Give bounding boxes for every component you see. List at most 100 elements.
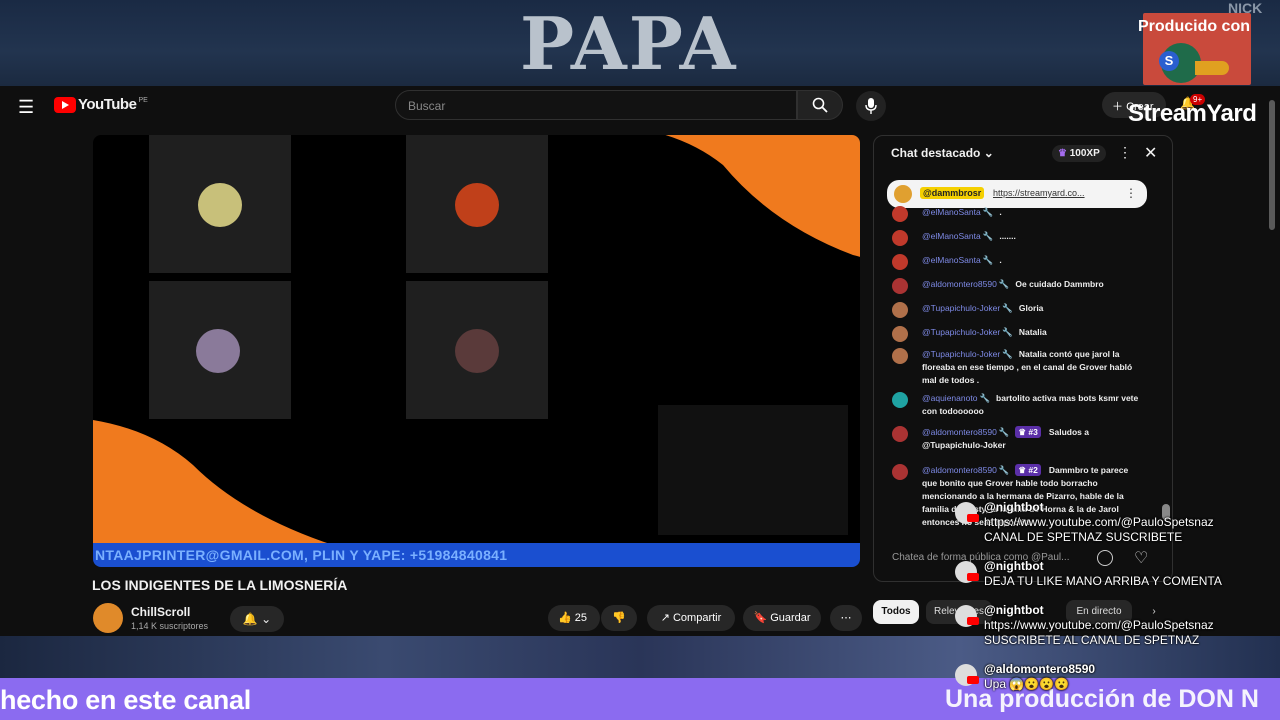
chat-avatar — [892, 302, 908, 318]
chat-username[interactable]: @elManoSanta — [922, 207, 981, 217]
chat-username[interactable]: @Tupapichulo-Joker — [922, 327, 1000, 337]
thumbs-up-icon: 👍 — [558, 612, 572, 624]
wrench-icon: 🔧 — [998, 427, 1010, 437]
logo-s-icon: S — [1159, 51, 1179, 71]
channel-avatar[interactable] — [93, 603, 123, 633]
wrench-icon: 🔧 — [998, 279, 1010, 289]
search-input[interactable]: Buscar — [395, 90, 797, 120]
chat-username[interactable]: @elManoSanta — [922, 255, 981, 265]
rank-badge: ♛ #3 — [1015, 426, 1041, 438]
wrench-icon: 🔧 — [982, 255, 994, 265]
youtube-small-icon — [967, 676, 979, 684]
save-label: Guardar — [770, 612, 811, 624]
search-icon — [812, 97, 828, 113]
crown-icon: ♛ — [1058, 148, 1067, 159]
banner-title: PAPA — [520, 1, 738, 86]
chat-username[interactable]: @aldomontero8590 — [922, 427, 997, 437]
close-icon[interactable]: ✕ — [1144, 143, 1157, 163]
chat-message: @aquienanoto 🔧 bartolito activa mas bots k… — [892, 392, 1142, 418]
overlay-username: @nightbot — [984, 603, 1044, 617]
chat-mode-selector[interactable]: Chat destacado ⌄ — [891, 146, 994, 160]
bell-icon: 🔔 — [242, 612, 258, 626]
chat-username[interactable]: @Tupapichulo-Joker — [922, 349, 1000, 359]
pinned-username: @dammbrosr — [920, 187, 985, 199]
xp-value: 100XP — [1069, 148, 1100, 159]
wrench-icon: 🔧 — [1002, 303, 1013, 313]
chat-message: @Tupapichulo-Joker 🔧 Natalia contó que jar… — [892, 348, 1142, 387]
save-button[interactable]: 🔖 Guardar — [743, 605, 821, 631]
region-code: PE — [138, 97, 148, 104]
bottom-left-caption: hecho en este canal — [0, 685, 251, 715]
overlay-chat-message: @aldomontero8590 Upa 😱😮😮😮 — [955, 662, 1095, 692]
chat-message: @aldomontero8590 🔧 Oe cuidado Dammbro — [892, 278, 1142, 294]
share-button[interactable]: ↗ Compartir — [647, 605, 735, 631]
chat-username[interactable]: @aquienanoto — [922, 393, 977, 403]
video-ticker: NTAAJPRINTER@GMAIL.COM, PLIN Y YAPE: +51… — [93, 543, 860, 567]
overlay-text: SUSCRIBETE AL CANAL DE SPETNAZ — [984, 633, 1200, 647]
chat-menu-icon[interactable]: ⋮ — [1118, 144, 1132, 161]
subscriber-count: 1,14 K suscriptores — [131, 621, 209, 631]
chat-avatar — [892, 348, 908, 364]
like-count: 25 — [574, 612, 588, 624]
like-button[interactable]: 👍 25 — [548, 605, 600, 631]
chat-message: @elManoSanta 🔧. — [892, 206, 1142, 222]
pinned-link[interactable]: https://streamyard.co... — [993, 188, 1085, 198]
chat-text: Natalia — [1018, 327, 1047, 337]
overlay-username: @aldomontero8590 — [984, 662, 1096, 676]
chat-message: @Tupapichulo-Joker 🔧 Natalia — [892, 326, 1142, 342]
share-label: Compartir — [672, 612, 722, 624]
xp-badge[interactable]: ♛ 100XP — [1052, 145, 1106, 162]
pinned-menu-icon[interactable]: ⋮ — [1125, 186, 1137, 200]
video-title: LOS INDIGENTES DE LA LIMOSNERÍA — [92, 577, 348, 593]
overlay-chat-message: @nightbot https://www.youtube.com/@PauloS… — [955, 603, 1214, 648]
more-actions-button[interactable]: ⋯ — [830, 605, 862, 631]
dislike-button[interactable]: 👎 — [601, 605, 637, 631]
chat-avatar — [892, 278, 908, 294]
chat-text: ....... — [999, 231, 1016, 241]
overlay-chat-message: @nightbot DEJA TU LIKE MANO ARRIBA Y COME… — [955, 559, 1222, 589]
chat-avatar — [892, 392, 908, 408]
wrench-icon: 🔧 — [979, 393, 991, 403]
overlay-username: @nightbot — [984, 500, 1044, 514]
overlay-chat-message: @nightbot https://www.youtube.com/@PauloS… — [955, 500, 1214, 545]
chat-avatar — [892, 254, 908, 270]
filter-chip-all[interactable]: Todos — [873, 600, 919, 624]
duck-beak-icon — [1195, 61, 1229, 75]
wrench-icon: 🔧 — [982, 207, 994, 217]
plus-icon: ＋ — [1112, 101, 1127, 113]
chat-text: . — [999, 255, 1002, 265]
chat-username[interactable]: @elManoSanta — [922, 231, 981, 241]
overlay-text: CANAL DE SPETNAZ SUSCRIBETE — [984, 530, 1183, 544]
search-button[interactable] — [797, 90, 843, 120]
youtube-logo[interactable]: YouTube PE — [54, 96, 148, 113]
wrench-icon: 🔧 — [982, 231, 994, 241]
orange-wave-graphic — [665, 135, 860, 257]
chat-username[interactable]: @Tupapichulo-Joker — [922, 303, 1000, 313]
youtube-wordmark: YouTube — [78, 96, 137, 113]
channel-name[interactable]: ChillScroll — [131, 605, 190, 619]
participant-avatar — [198, 183, 242, 227]
page-scrollbar[interactable] — [1269, 100, 1275, 230]
stream-canvas: PAPA NICK S Producido con ☰ YouTube PE B… — [0, 0, 1280, 720]
chat-message: @elManoSanta 🔧. — [892, 254, 1142, 270]
pinned-avatar — [894, 185, 912, 203]
hamburger-menu-icon[interactable]: ☰ — [18, 97, 34, 118]
subscription-bell-button[interactable]: 🔔 ⌄ — [230, 606, 284, 632]
chat-username[interactable]: @aldomontero8590 — [922, 279, 997, 289]
wrench-icon: 🔧 — [998, 465, 1010, 475]
chat-avatar — [892, 206, 908, 222]
youtube-small-icon — [967, 617, 979, 625]
voice-search-button[interactable] — [856, 91, 886, 121]
chat-text: . — [999, 207, 1002, 217]
chat-avatar — [892, 464, 908, 480]
youtube-play-icon — [54, 96, 76, 113]
chat-message: @aldomontero8590 🔧 ♛ #3 Saludos a @Tupapich… — [892, 426, 1142, 452]
embedded-chat-preview — [658, 405, 848, 535]
video-player[interactable]: NTAAJPRINTER@GMAIL.COM, PLIN Y YAPE: +51… — [93, 135, 860, 567]
share-icon: ↗ — [660, 612, 673, 624]
thumbs-down-icon: 👎 — [612, 612, 626, 624]
chat-username[interactable]: @aldomontero8590 — [922, 465, 997, 475]
participant-avatar — [196, 329, 240, 373]
streamyard-watermark: StreamYard — [1128, 100, 1257, 127]
pinned-message[interactable]: @dammbrosr https://streamyard.co... ⋮ — [887, 180, 1147, 208]
